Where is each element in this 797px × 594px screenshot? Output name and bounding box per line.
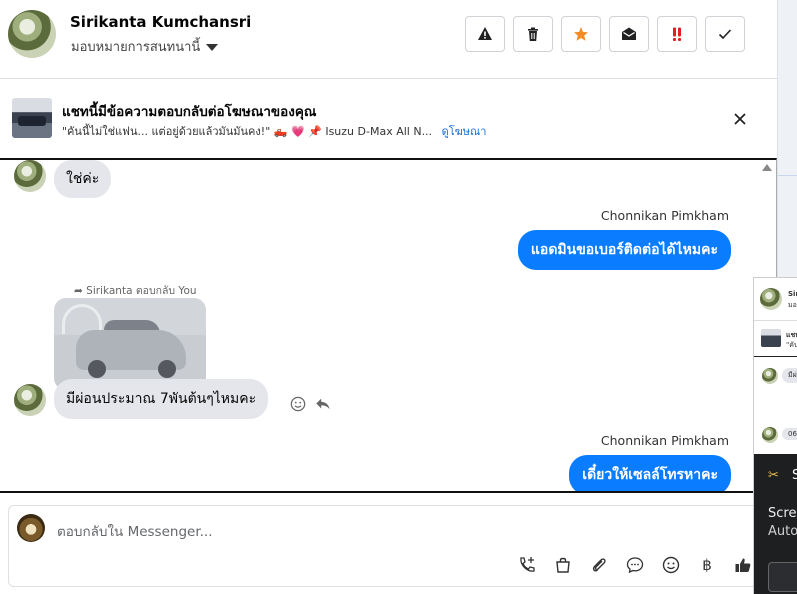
page-avatar [17,514,45,542]
replied-photo[interactable] [54,298,206,390]
ad-description-text: "คันนี้ไม่ใช่แฟน... แต่อยู่ด้วยแล้วมันมั… [62,125,433,138]
caret-down-icon [206,44,219,51]
mini-ad-thumbnail [761,329,781,347]
ad-banner-title: แชทนี้มีข้อความตอบกลับต่อโฆษณาของคุณ [62,104,317,120]
mini-avatar [760,288,782,310]
warning-icon [478,27,492,40]
thumbs-up-icon [735,558,751,572]
double-exclamation-icon [672,27,682,42]
sender-name: Chonnikan Pimkham [600,208,729,223]
message-composer: ตอบกลับใน Messenger... ฿ [8,505,777,587]
star-icon [574,27,588,41]
contact-avatar[interactable] [8,10,56,58]
emoji-icon [662,556,680,574]
baht-icon: ฿ [702,556,712,574]
mini-ad-sub: "คันนี้ [786,341,797,349]
reply-arrow-icon: ➦ [74,285,83,297]
toast-app-name: S [792,468,797,483]
contact-name[interactable]: Sirikanta Kumchansri [70,13,251,31]
reply-icon[interactable] [315,396,333,414]
assign-conversation-dropdown[interactable]: มอบหมายการสนทนานี้ [71,36,219,57]
star-button[interactable] [561,16,601,52]
sender-name: Chonnikan Pimkham [600,433,729,448]
mini-incoming-message: 064 [782,428,797,440]
attach-button[interactable] [588,554,610,576]
ad-banner-description: "คันนี้ไม่ใช่แฟน... แต่อยู่ด้วยแล้วมันมั… [62,122,486,140]
outgoing-message[interactable]: เดี๋ยวให้เซลล์โทรหาคะ [569,455,731,491]
scroll-up-arrow-icon[interactable] [762,164,772,171]
ad-thumbnail[interactable] [12,98,52,138]
follow-up-button[interactable] [657,16,697,52]
view-ad-link[interactable]: ดูโฆษณา [442,125,487,138]
check-icon [718,29,732,40]
mini-incoming-message: มีผ่อ [782,368,797,383]
close-banner-button[interactable] [730,109,750,129]
delete-button[interactable] [513,16,553,52]
reply-input[interactable]: ตอบกลับใน Messenger... [57,520,213,542]
toast-body: Auto [768,524,797,539]
sender-avatar [14,160,46,192]
report-spam-button[interactable] [465,16,505,52]
incoming-message[interactable]: มีผ่อนประมาณ 7พันต้นๆไหมคะ [54,379,269,419]
mini-msg-avatar [762,427,778,443]
mini-contact-sub: มอ [788,301,797,309]
shop-button[interactable] [552,554,574,576]
message-thread[interactable]: ใช่ค่ะ Chonnikan Pimkham แอดมินขอเบอร์ติ… [0,158,777,493]
mini-contact-name: Sir [788,290,797,298]
mark-done-button[interactable] [705,16,745,52]
toast-title: Scree [768,506,797,521]
conversation-header: Sirikanta Kumchansri มอบหมายการสนทนานี้ [0,0,777,79]
close-icon [734,113,746,125]
ad-reply-banner: แชทนี้มีข้อความตอบกลับต่อโฆษณาของคุณ "คั… [0,79,777,159]
envelope-open-icon [622,27,636,40]
reply-indicator: ➦ Sirikanta ตอบกลับ You [74,282,197,299]
outgoing-message[interactable]: แอดมินขอเบอร์ติดต่อได้ไหมคะ [517,230,731,270]
messenger-inbox-window: Sirikanta Kumchansri มอบหมายการสนทนานี้ … [0,0,797,594]
mark-unread-button[interactable] [609,16,649,52]
phone-add-icon [520,557,535,572]
sender-avatar [14,384,46,416]
call-button[interactable] [516,554,538,576]
assign-label: มอบหมายการสนทนานี้ [71,40,201,55]
saved-replies-button[interactable] [624,554,646,576]
mini-msg-avatar [762,368,778,384]
reply-note-text: Sirikanta ตอบกลับ You [86,285,197,297]
payment-button[interactable]: ฿ [696,554,718,576]
emoji-button[interactable] [660,554,682,576]
trash-icon [528,27,538,41]
shopping-bag-icon [556,557,570,573]
like-button[interactable] [732,554,754,576]
saved-reply-icon [626,557,644,574]
mini-conversation-preview[interactable]: Sir มอ แชท "คันนี้ มีผ่อ 064 ✂ S Scree A… [753,277,797,594]
paperclip-icon [592,558,606,572]
snipping-tool-icon: ✂ [768,468,779,483]
incoming-message[interactable]: ใช่ค่ะ [54,160,112,198]
toast-action-button[interactable] [768,562,797,592]
react-emoji-icon[interactable] [290,396,308,414]
screenshot-notification-toast[interactable]: ✂ S Scree Auto [754,454,797,594]
